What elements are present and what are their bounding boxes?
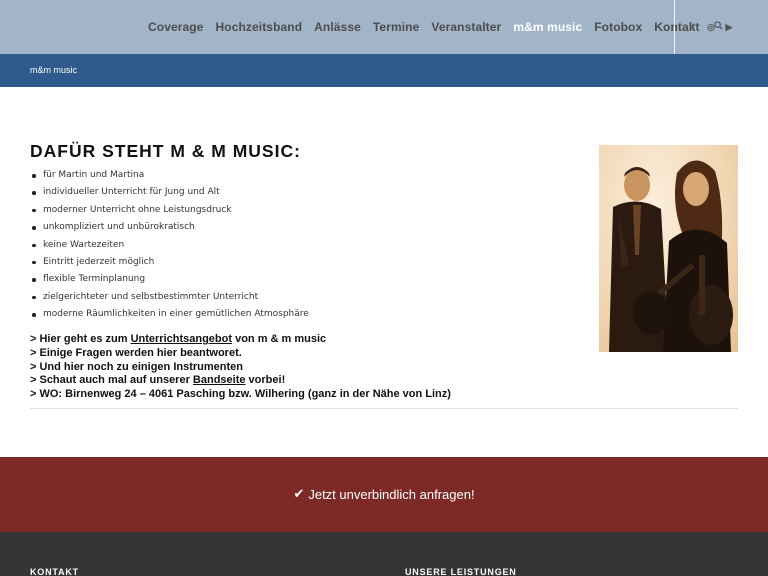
list-item: flexible Terminplanung xyxy=(31,271,309,288)
cta-label[interactable]: Jetzt unverbindlich anfragen! xyxy=(308,487,474,502)
list-item: moderner Unterricht ohne Leistungsdruck xyxy=(31,202,309,219)
faq-link[interactable]: > Einige Fragen werden hier beantworet. xyxy=(30,347,451,361)
link-line-text: von m & m music xyxy=(232,333,327,345)
link-line-text: vorbei! xyxy=(245,374,286,387)
bandseite-link[interactable]: Bandseite xyxy=(193,374,246,386)
main-nav: Coverage Hochzeitsband Anlässe Termine V… xyxy=(142,0,729,54)
instrumente-link[interactable]: > Und hier noch zu einigen Instrumenten xyxy=(30,361,451,375)
page-title-bar: m&m music xyxy=(0,54,768,87)
list-item: individueller Unterricht für Jung und Al… xyxy=(31,184,309,201)
youtube-icon[interactable]: ▶ xyxy=(720,22,738,33)
checkmark-icon: ✔ xyxy=(293,487,305,502)
link-line-text: > Hier geht es zum xyxy=(30,333,131,345)
info-links: > Hier geht es zum Unterrichtsangebot vo… xyxy=(30,333,451,402)
nav-item-mm-music[interactable]: m&m music xyxy=(513,20,582,34)
list-item: zielgerichteter und selbstbestimmter Unt… xyxy=(31,289,309,306)
duo-photo-illustration xyxy=(609,160,733,352)
instagram-icon[interactable]: ◎ xyxy=(702,22,720,33)
breadcrumb[interactable]: m&m music xyxy=(30,65,77,75)
nav-item-anlaesse[interactable]: Anlässe xyxy=(314,20,361,34)
header-divider xyxy=(674,0,675,54)
footer-heading-kontakt: KONTAKT xyxy=(30,567,79,576)
list-item: für Martin und Martina xyxy=(31,167,309,184)
nav-item-hochzeitsband[interactable]: Hochzeitsband xyxy=(216,20,303,34)
feature-list: für Martin und Martina individueller Unt… xyxy=(31,167,309,324)
link-line-text: > Schaut auch mal auf unserer xyxy=(30,374,193,387)
social-links: f ◎ ▶ xyxy=(684,0,738,54)
footer-heading-leistungen: UNSERE LEISTUNGEN xyxy=(405,567,517,576)
link-line-unterricht: > Hier geht es zum Unterrichtsangebot vo… xyxy=(30,333,451,347)
list-item: moderne Räumlichkeiten in einer gemütlic… xyxy=(31,306,309,323)
address-line: > WO: Birnenweg 24 – 4061 Pasching bzw. … xyxy=(30,388,451,401)
list-item: Eintritt jederzeit möglich xyxy=(31,254,309,271)
nav-item-veranstalter[interactable]: Veranstalter xyxy=(431,20,501,34)
duo-photo xyxy=(599,145,738,352)
footer: KONTAKT UNSERE LEISTUNGEN xyxy=(0,532,768,576)
divider xyxy=(30,408,738,409)
nav-item-fotobox[interactable]: Fotobox xyxy=(594,20,642,34)
site-header: Coverage Hochzeitsband Anlässe Termine V… xyxy=(0,0,768,54)
page-title: DAFÜR STEHT M & M MUSIC: xyxy=(30,141,301,161)
cta-banner[interactable]: ✔ Jetzt unverbindlich anfragen! xyxy=(0,457,768,532)
nav-item-termine[interactable]: Termine xyxy=(373,20,420,34)
unterrichtsangebot-link[interactable]: Unterrichtsangebot xyxy=(131,333,232,345)
link-line-band: > Schaut auch mal auf unserer Bandseite … xyxy=(30,374,451,388)
list-item: keine Wartezeiten xyxy=(31,237,309,254)
list-item: unkompliziert und unbürokratisch xyxy=(31,219,309,236)
facebook-icon[interactable]: f xyxy=(684,22,702,32)
nav-item-coverage[interactable]: Coverage xyxy=(148,20,204,34)
